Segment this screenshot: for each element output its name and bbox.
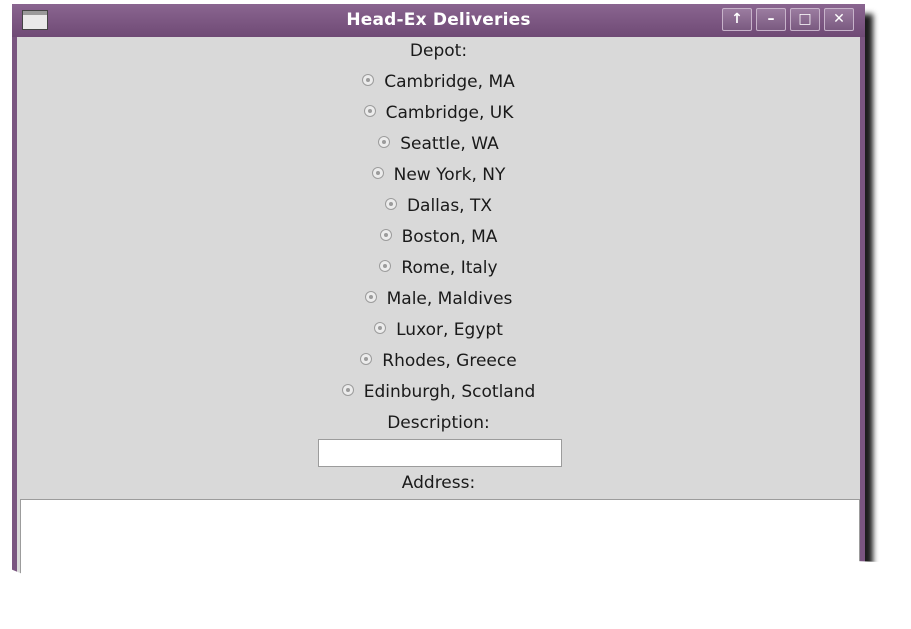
radio-label: Cambridge, UK (385, 103, 514, 123)
address-label: Address: (401, 473, 476, 493)
radio-depot-boston-ma[interactable]: Boston, MA (17, 227, 860, 247)
radio-button[interactable] (364, 291, 377, 303)
radio-depot-male-maldives[interactable]: Male, Maldives (17, 289, 860, 309)
radio-depot-edinburgh-scotland[interactable]: Edinburgh, Scotland (17, 382, 860, 402)
maximize-button[interactable]: □ (790, 8, 820, 31)
radio-label: Rome, Italy (401, 258, 498, 278)
form-panel: Depot: Cambridge, MA Cambridge, UK Seatt… (17, 37, 860, 604)
radio-button[interactable] (379, 229, 392, 241)
radio-button[interactable] (379, 260, 392, 272)
radio-label: Dallas, TX (406, 196, 493, 216)
radio-button[interactable] (374, 322, 387, 334)
radio-label: Male, Maldives (386, 289, 513, 309)
radio-depot-cambridge-ma[interactable]: Cambridge, MA (17, 72, 860, 92)
description-label: Description: (387, 413, 490, 433)
radio-label: Cambridge, MA (384, 72, 515, 92)
depot-label: Depot: (409, 41, 468, 61)
minimize-button[interactable]: – (756, 8, 786, 31)
radio-label: New York, NY (393, 165, 506, 185)
radio-button[interactable] (360, 353, 373, 365)
description-input[interactable] (318, 439, 562, 467)
radio-button[interactable] (384, 198, 397, 210)
radio-button[interactable] (341, 384, 354, 396)
address-textarea[interactable] (20, 499, 860, 604)
radio-button[interactable] (362, 74, 375, 86)
radio-depot-dallas-tx[interactable]: Dallas, TX (17, 196, 860, 216)
radio-depot-rhodes-greece[interactable]: Rhodes, Greece (17, 351, 860, 371)
app-window: Head-Ex Deliveries ↑ – □ ✕ Depot: Cambri… (12, 4, 865, 604)
radio-label: Luxor, Egypt (396, 320, 503, 340)
radio-depot-seattle-wa[interactable]: Seattle, WA (17, 134, 860, 154)
title-bar[interactable]: Head-Ex Deliveries ↑ – □ ✕ (12, 4, 865, 37)
radio-button[interactable] (371, 167, 384, 179)
radio-button[interactable] (363, 105, 376, 117)
radio-label: Rhodes, Greece (382, 351, 517, 371)
shade-button[interactable]: ↑ (722, 8, 752, 31)
radio-depot-new-york-ny[interactable]: New York, NY (17, 165, 860, 185)
close-button[interactable]: ✕ (824, 8, 854, 31)
radio-depot-luxor-egypt[interactable]: Luxor, Egypt (17, 320, 860, 340)
radio-depot-rome-italy[interactable]: Rome, Italy (17, 258, 860, 278)
radio-label: Seattle, WA (400, 134, 499, 154)
radio-label: Boston, MA (401, 227, 498, 247)
radio-button[interactable] (378, 136, 391, 148)
radio-depot-cambridge-uk[interactable]: Cambridge, UK (17, 103, 860, 123)
radio-label: Edinburgh, Scotland (363, 382, 536, 402)
